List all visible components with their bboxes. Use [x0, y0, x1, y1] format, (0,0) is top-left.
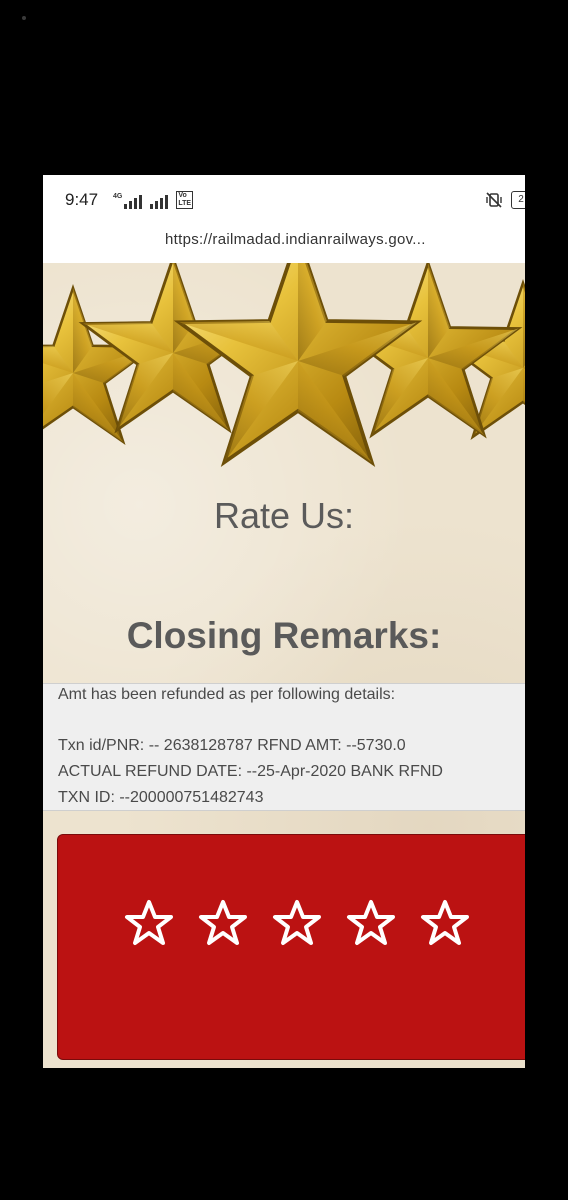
rating-star-4-icon[interactable]	[346, 898, 396, 948]
page-content: Rate Us: Closing Remarks: Amt has been r…	[43, 263, 525, 1068]
signal-indicators: 4G Vo LTE	[113, 191, 194, 209]
network-type-tag: 4G	[113, 193, 123, 200]
rating-star-3-icon[interactable]	[272, 898, 322, 948]
phone-screen: 9:47 4G Vo LTE 2 https://railmadad.india…	[43, 175, 525, 1068]
rate-us-label: Rate Us:	[213, 495, 355, 536]
star-rating-panel	[57, 834, 525, 1060]
rating-star-2-icon[interactable]	[198, 898, 248, 948]
signal-1-icon: 4G	[113, 193, 143, 209]
browser-url-bar[interactable]: https://railmadad.indianrailways.gov...	[43, 225, 525, 263]
rating-star-5-icon[interactable]	[420, 898, 470, 948]
remarks-line-3: ACTUAL REFUND DATE: --25-Apr-2020 BANK R…	[58, 763, 443, 780]
volte-icon: Vo LTE	[176, 191, 194, 209]
camera-dot	[22, 16, 26, 20]
remarks-line-4: TXN ID: --200000751482743	[58, 789, 264, 806]
closing-remarks-title: Closing Remarks:	[126, 615, 442, 656]
status-bar: 9:47 4G Vo LTE 2	[43, 175, 525, 225]
battery-icon: 2	[511, 191, 525, 209]
gold-stars-banner-icon	[43, 263, 525, 465]
status-time: 9:47	[65, 190, 99, 209]
url-text[interactable]: https://railmadad.indianrailways.gov...	[165, 231, 426, 248]
signal-2-icon	[150, 193, 169, 209]
vibrate-mute-icon	[486, 192, 502, 208]
closing-remarks-box: Amt has been refunded as per following d…	[43, 683, 525, 811]
remarks-line-2: Txn id/PNR: -- 2638128787 RFND AMT: --57…	[58, 737, 406, 754]
remarks-line-1: Amt has been refunded as per following d…	[58, 686, 396, 703]
rating-star-1-icon[interactable]	[124, 898, 174, 948]
